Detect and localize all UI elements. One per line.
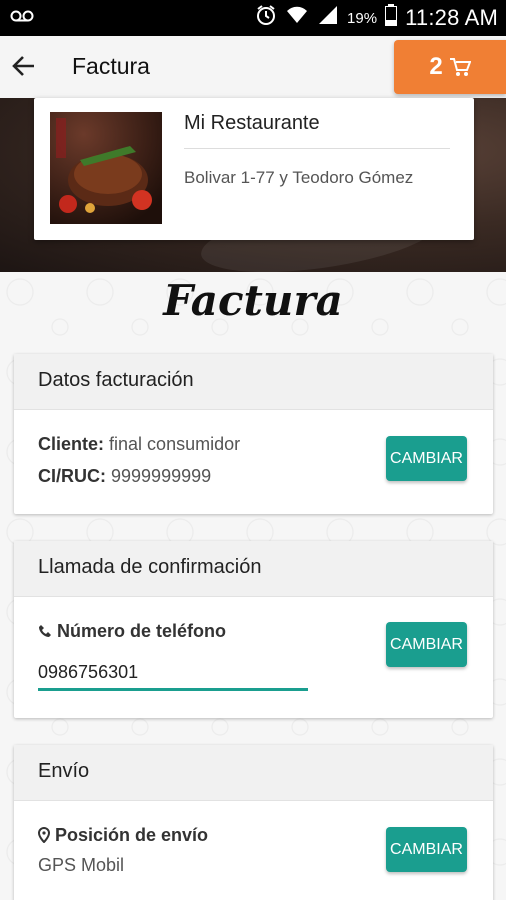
arrow-left-icon bbox=[12, 56, 34, 76]
change-phone-button[interactable]: CAMBIAR bbox=[386, 622, 467, 667]
voicemail-icon bbox=[10, 9, 34, 28]
cart-icon bbox=[449, 58, 471, 76]
signal-icon bbox=[317, 5, 339, 31]
restaurant-card[interactable]: Mi Restaurante Bolivar 1-77 y Teodoro Gó… bbox=[34, 98, 474, 240]
shipping-header: Envío bbox=[14, 745, 493, 801]
client-label: Cliente: bbox=[38, 434, 105, 454]
battery-percent: 19% bbox=[347, 9, 378, 27]
location-pin-icon bbox=[37, 826, 51, 844]
cart-count: 2 bbox=[429, 53, 443, 80]
status-time: 11:28 AM bbox=[405, 5, 498, 30]
change-shipping-button[interactable]: CAMBIAR bbox=[386, 827, 467, 872]
wifi-icon bbox=[285, 5, 309, 31]
cart-button[interactable]: 2 bbox=[394, 40, 506, 94]
id-line: CI/RUC: 9999999999 bbox=[38, 466, 211, 487]
position-label: Posición de envío bbox=[55, 825, 209, 845]
client-value: final consumidor bbox=[109, 434, 241, 454]
phone-label: Número de teléfono bbox=[57, 621, 227, 641]
position-value: GPS Mobil bbox=[38, 855, 125, 875]
divider bbox=[184, 148, 450, 149]
phone-label-line: Número de teléfono bbox=[38, 621, 226, 642]
billing-header: Datos facturación bbox=[14, 354, 493, 410]
client-line: Cliente: final consumidor bbox=[38, 434, 240, 455]
position-label-line: Posición de envío bbox=[37, 825, 209, 846]
battery-icon bbox=[385, 4, 398, 32]
alarm-icon bbox=[255, 4, 277, 32]
confirmation-header: Llamada de confirmación bbox=[14, 541, 493, 597]
id-label: CI/RUC: bbox=[38, 466, 106, 486]
phone-icon bbox=[39, 625, 51, 637]
change-billing-button[interactable]: CAMBIAR bbox=[386, 436, 467, 481]
restaurant-image bbox=[50, 112, 162, 224]
billing-card: Datos facturación Cliente: final consumi… bbox=[14, 354, 493, 514]
id-value: 9999999999 bbox=[111, 466, 212, 486]
app-bar-title: Factura bbox=[72, 53, 150, 79]
status-bar: 19% 11:28 AM bbox=[0, 0, 506, 36]
shipping-card: Envío Posición de envío GPS Mobil CAMBIA… bbox=[14, 745, 493, 900]
restaurant-name: Mi Restaurante bbox=[184, 112, 320, 134]
page-title: Factura bbox=[163, 276, 343, 325]
restaurant-address: Bolivar 1-77 y Teodoro Gómez bbox=[184, 168, 414, 187]
back-button[interactable] bbox=[10, 52, 38, 80]
confirmation-card: Llamada de confirmación Número de teléfo… bbox=[14, 541, 493, 718]
phone-input[interactable] bbox=[38, 657, 308, 691]
